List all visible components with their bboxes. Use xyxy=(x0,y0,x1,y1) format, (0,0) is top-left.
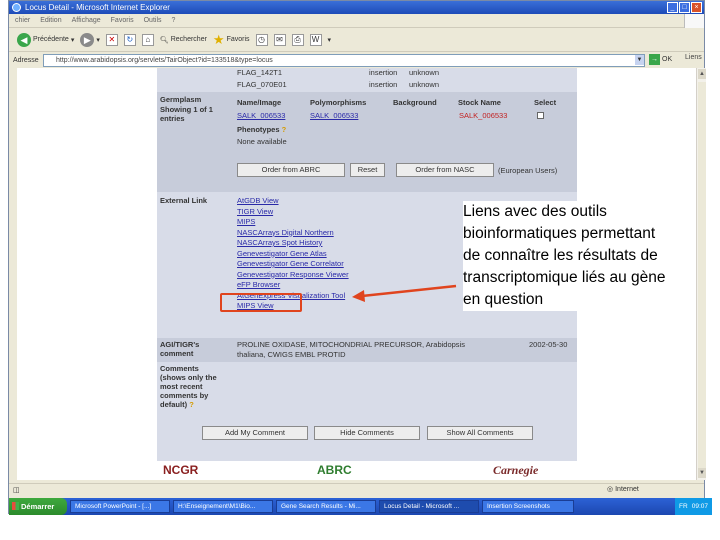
arrow-line xyxy=(361,284,457,298)
annotation-arrow xyxy=(352,284,457,302)
arrow-head xyxy=(352,290,365,302)
